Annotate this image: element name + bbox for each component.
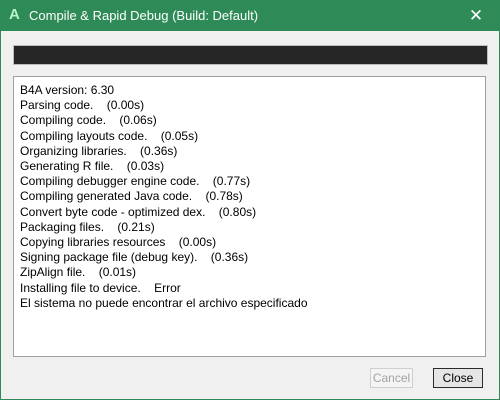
log-line: ZipAlign file. (0.01s) — [20, 265, 137, 280]
cancel-button[interactable]: Cancel — [370, 368, 413, 388]
progress-bar-fill — [14, 46, 487, 64]
log-line: Compiling layouts code. (0.05s) — [20, 128, 199, 143]
close-icon[interactable]: ✕ — [453, 1, 499, 31]
title-bar[interactable]: A Compile & Rapid Debug (Build: Default)… — [1, 1, 499, 31]
log-line: Signing package file (debug key). (0.36s… — [20, 250, 249, 265]
close-button[interactable]: Close — [433, 368, 483, 388]
log-line: Packaging files. (0.21s) — [20, 219, 155, 234]
log-line: Generating R file. (0.03s) — [20, 159, 165, 174]
log-line: B4A version: 6.30 — [20, 83, 115, 97]
progress-bar — [13, 45, 488, 65]
log-lines: B4A version: 6.30 Parsing code. (0.00s) … — [14, 77, 485, 311]
log-line: Compiling code. (0.06s) — [20, 113, 157, 128]
b4a-app-icon: A — [9, 6, 20, 23]
log-line: Copying libraries resources (0.00s) — [20, 235, 217, 250]
compile-dialog: A Compile & Rapid Debug (Build: Default)… — [0, 0, 500, 400]
log-line: Installing file to device. Error — [20, 280, 181, 295]
log-line: El sistema no puede encontrar el archivo… — [20, 295, 308, 310]
log-line: Compiling generated Java code. (0.78s) — [20, 189, 243, 204]
log-line: Parsing code. (0.00s) — [20, 98, 145, 113]
log-output[interactable]: B4A version: 6.30 Parsing code. (0.00s) … — [13, 76, 486, 357]
log-line: Compiling debugger engine code. (0.77s) — [20, 174, 251, 189]
window-title: Compile & Rapid Debug (Build: Default) — [29, 8, 259, 23]
log-line: Organizing libraries. (0.36s) — [20, 143, 178, 158]
log-line: Convert byte code - optimized dex. (0.80… — [20, 204, 257, 219]
